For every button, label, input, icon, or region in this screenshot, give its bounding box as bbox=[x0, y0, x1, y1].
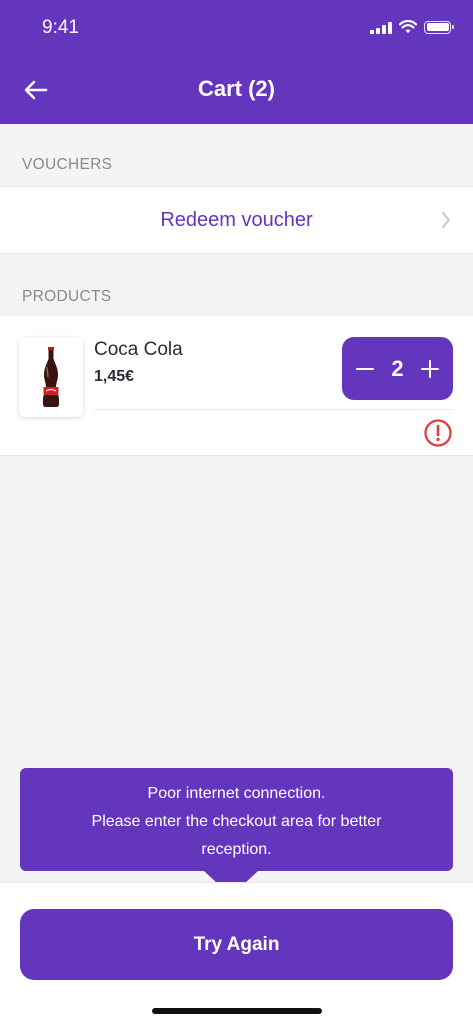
minus-icon bbox=[356, 367, 374, 370]
redeem-voucher-row[interactable]: Redeem voucher bbox=[0, 186, 473, 254]
products-section-label: PRODUCTS bbox=[22, 288, 112, 305]
item-divider bbox=[94, 409, 453, 410]
product-price: 1,45€ bbox=[94, 368, 135, 385]
plus-icon bbox=[421, 359, 439, 378]
tooltip-line-2: Please enter the checkout area for bette… bbox=[91, 813, 382, 830]
decrease-quantity-button[interactable] bbox=[354, 358, 376, 380]
connection-warning-tooltip: Poor internet connection. Please enter t… bbox=[20, 768, 453, 871]
increase-quantity-button[interactable] bbox=[419, 358, 441, 380]
battery-icon bbox=[424, 20, 454, 34]
quantity-value: 2 bbox=[391, 355, 404, 381]
vouchers-section-label: VOUCHERS bbox=[22, 156, 113, 173]
try-again-button[interactable]: Try Again bbox=[20, 909, 453, 980]
chevron-right-icon bbox=[442, 212, 450, 228]
tooltip-line-1: Poor internet connection. bbox=[147, 785, 326, 802]
redeem-voucher-label: Redeem voucher bbox=[160, 208, 313, 231]
alert-circle-icon[interactable] bbox=[423, 418, 453, 448]
status-icons bbox=[370, 20, 454, 34]
quantity-stepper: 2 bbox=[342, 337, 453, 400]
status-time: 9:41 bbox=[42, 17, 79, 38]
product-name: Coca Cola bbox=[94, 339, 183, 360]
app-header: 9:41 Cart (2) bbox=[0, 0, 473, 124]
home-indicator bbox=[152, 1008, 322, 1014]
wifi-icon bbox=[399, 20, 417, 34]
page-title: Cart (2) bbox=[197, 76, 275, 101]
product-image bbox=[19, 337, 83, 417]
coca-cola-bottle-image bbox=[43, 347, 59, 407]
cart-item: Coca Cola 1,45€ 2 bbox=[0, 316, 473, 456]
signal-icon bbox=[370, 21, 392, 34]
tooltip-line-3: reception. bbox=[201, 841, 272, 858]
